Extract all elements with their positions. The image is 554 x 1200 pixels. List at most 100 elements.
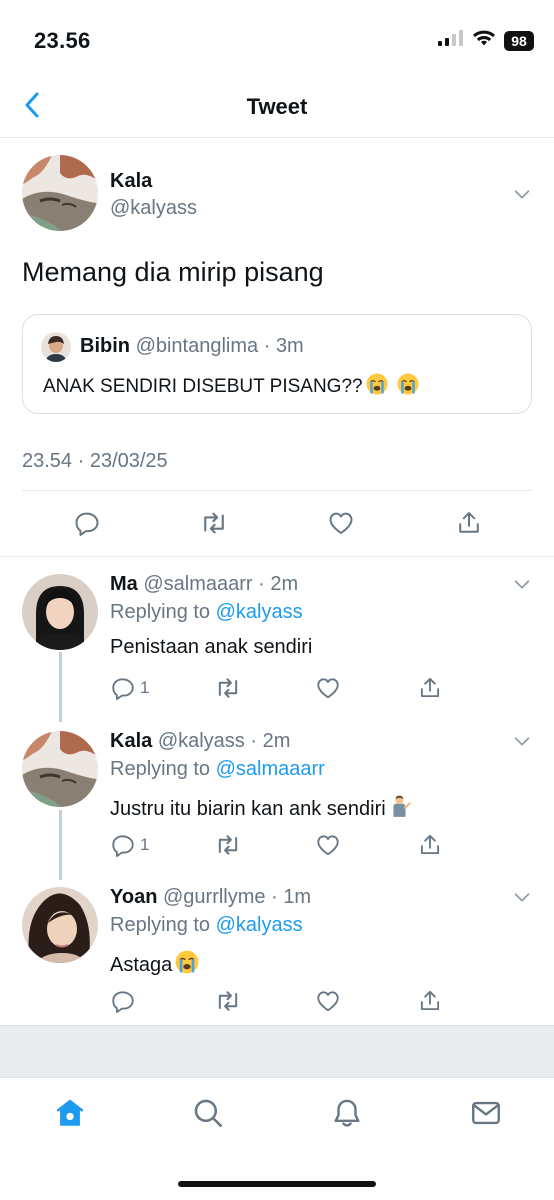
share-button[interactable]: [417, 831, 443, 859]
tweet-menu-button[interactable]: [510, 572, 534, 596]
author-name: Yoan: [110, 886, 158, 908]
quote-text-row: ANAK SENDIRI DISEBUT PISANG??: [43, 372, 420, 398]
bell-icon: [334, 1099, 360, 1127]
reply-text: Justru itu biarin kan ank sendiri: [110, 798, 386, 820]
heart-icon: [327, 509, 355, 537]
tab-messages[interactable]: [466, 1095, 506, 1131]
reply-header: Ma @salmaaarr · 2m: [110, 573, 299, 595]
avatar[interactable]: [22, 731, 98, 807]
chevron-down-icon: [511, 183, 533, 205]
wifi-icon: [472, 29, 496, 52]
home-icon: [56, 1099, 84, 1126]
chevron-down-icon: [511, 886, 533, 908]
share-icon: [417, 675, 443, 701]
search-icon: [194, 1099, 223, 1128]
quote-text: ANAK SENDIRI DISEBUT PISANG??: [43, 376, 363, 397]
heart-icon: [315, 832, 341, 858]
like-button[interactable]: [315, 831, 341, 859]
tweet-timestamp: 23.54 · 23/03/25: [22, 450, 168, 472]
tweet-text: Memang dia mirip pisang: [22, 257, 324, 287]
heart-icon: [315, 675, 341, 701]
share-button[interactable]: [417, 987, 443, 1015]
quote-avatar: [41, 332, 71, 362]
reply-text: Astaga: [110, 954, 173, 976]
nav-bar: Tweet: [0, 80, 554, 138]
retweet-icon: [214, 987, 242, 1015]
quoted-tweet[interactable]: Bibin @bintanglima · 3m ANAK SENDIRI DIS…: [22, 314, 532, 414]
quote-author-handle: @bintanglima: [135, 335, 259, 357]
share-button[interactable]: [449, 507, 489, 539]
avatar[interactable]: [22, 574, 98, 650]
tab-home[interactable]: [50, 1095, 90, 1131]
loudly-crying-face-emoji: [174, 949, 200, 975]
reply-icon: [110, 988, 136, 1014]
reply-time: 1m: [283, 886, 312, 908]
loudly-crying-face-emoji: [396, 372, 420, 396]
status-time: 23.56: [34, 28, 91, 53]
tweet-action-bar: [0, 491, 554, 555]
like-button[interactable]: [315, 674, 341, 702]
reply-header: Kala @kalyass · 2m: [110, 730, 291, 752]
reply-icon: [110, 832, 136, 858]
replying-to: Replying to @kalyass: [110, 914, 303, 936]
replying-to: Replying to @kalyass: [110, 601, 303, 623]
tab-search[interactable]: [188, 1095, 228, 1131]
share-button[interactable]: [417, 674, 443, 702]
quote-author-name: Bibin: [80, 335, 130, 357]
reply-text: Penistaan anak sendiri: [110, 636, 313, 658]
tab-notifications[interactable]: [327, 1095, 367, 1131]
mail-icon: [472, 1101, 500, 1125]
page-title: Tweet: [246, 94, 308, 119]
home-indicator[interactable]: [178, 1181, 376, 1187]
author-name: Kala: [110, 730, 153, 752]
reply-time: 2m: [270, 573, 299, 595]
status-icons: 98: [438, 29, 534, 52]
person-tipping-hand-emoji: [388, 793, 414, 819]
quote-header: Bibin @bintanglima · 3m: [80, 335, 304, 357]
retweet-button[interactable]: [214, 831, 242, 859]
avatar[interactable]: [22, 155, 98, 231]
retweet-button[interactable]: [214, 674, 242, 702]
retweet-button[interactable]: [194, 507, 234, 539]
retweet-icon: [214, 674, 242, 702]
mention-link[interactable]: @salmaaarr: [216, 758, 325, 780]
replying-to: Replying to @salmaaarr: [110, 758, 325, 780]
share-icon: [455, 509, 483, 537]
reply-count: 1: [140, 678, 150, 697]
mention-link[interactable]: @kalyass: [216, 601, 303, 623]
author-handle: @salmaaarr: [143, 573, 253, 595]
reply-action-bar: 1: [110, 831, 540, 859]
feed-end-spacer: [0, 1025, 554, 1077]
reply-action-bar: [110, 987, 540, 1015]
like-button[interactable]: [321, 507, 361, 539]
avatar[interactable]: [22, 887, 98, 963]
share-icon: [417, 832, 443, 858]
chevron-down-icon: [511, 573, 533, 595]
status-bar: 23.56 98: [0, 0, 554, 80]
reply-header: Yoan @gurrllyme · 1m: [110, 886, 312, 908]
share-icon: [417, 988, 443, 1014]
tweet-menu-button[interactable]: [510, 182, 534, 206]
reply-text-row: Astaga: [110, 949, 200, 977]
author-name: Kala: [110, 170, 153, 192]
quote-time: 3m: [275, 335, 304, 357]
like-button[interactable]: [315, 987, 341, 1015]
reply-tweet[interactable]: Yoan @gurrllyme · 1m Replying to @kalyas…: [0, 870, 554, 1026]
reply-button[interactable]: 1: [110, 831, 149, 859]
reply-icon: [73, 509, 101, 537]
reply-button[interactable]: 1: [110, 674, 149, 702]
tweet-menu-button[interactable]: [510, 729, 534, 753]
tweet-menu-button[interactable]: [510, 885, 534, 909]
author-name: Ma: [110, 573, 138, 595]
retweet-icon: [214, 831, 242, 859]
reply-button[interactable]: [110, 987, 140, 1015]
author-handle: @kalyass: [157, 730, 245, 752]
reply-button[interactable]: [67, 507, 107, 539]
retweet-icon: [199, 508, 229, 538]
reply-tweet[interactable]: Ma @salmaaarr · 2m Replying to @kalyass …: [0, 557, 554, 713]
reply-tweet[interactable]: Kala @kalyass · 2m Replying to @salmaaar…: [0, 714, 554, 870]
reply-count: 1: [140, 835, 150, 854]
mention-link[interactable]: @kalyass: [216, 914, 303, 936]
retweet-button[interactable]: [214, 987, 242, 1015]
chevron-down-icon: [511, 730, 533, 752]
